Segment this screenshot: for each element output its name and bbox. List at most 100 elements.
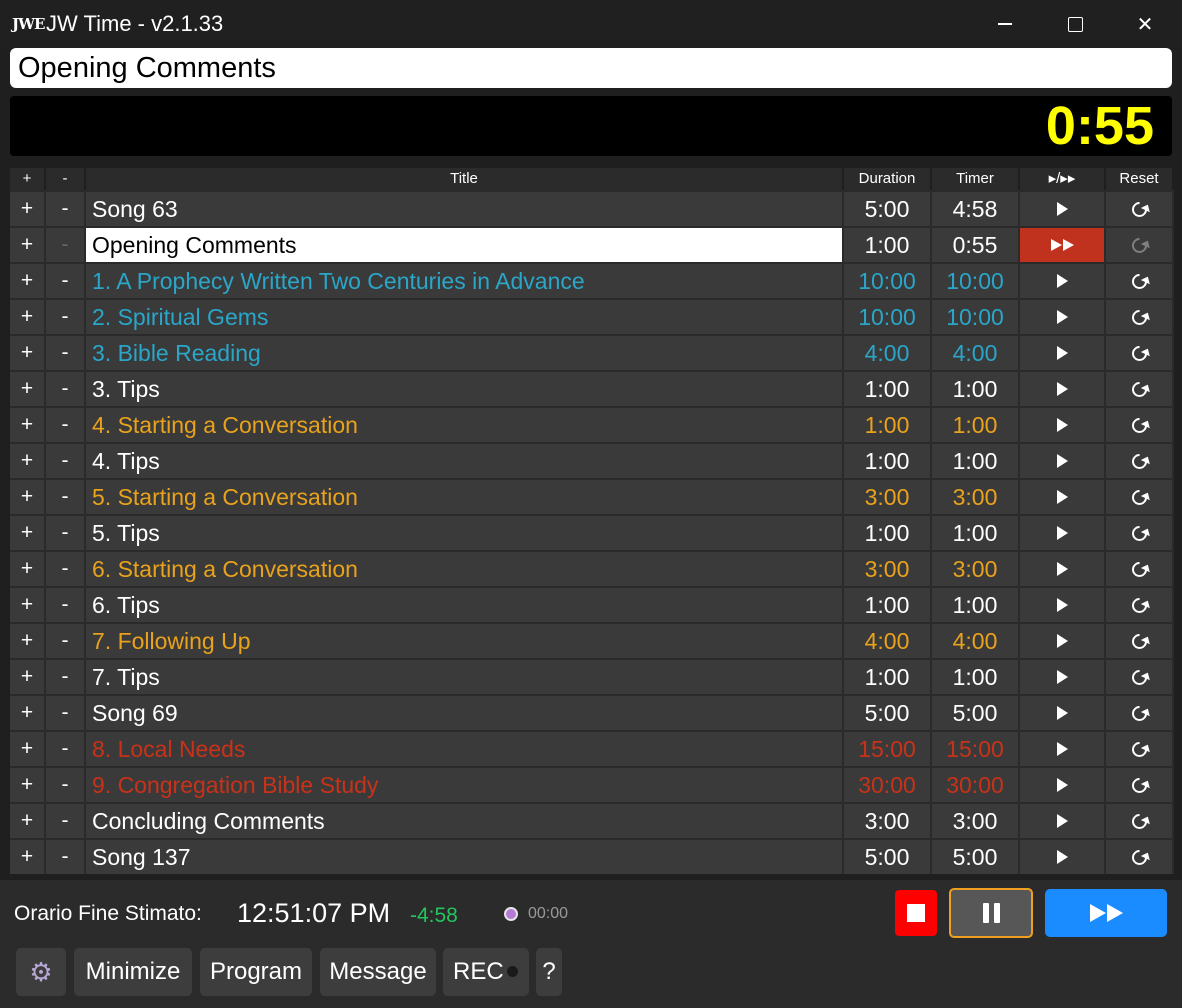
remove-row-button[interactable]: - <box>46 552 86 586</box>
remove-row-button[interactable]: - <box>46 336 86 370</box>
next-button[interactable] <box>1045 889 1167 937</box>
row-duration[interactable]: 4:00 <box>844 336 932 370</box>
minimize-window-button[interactable] <box>970 0 1040 48</box>
row-play-button[interactable] <box>1020 372 1106 406</box>
add-row-button[interactable]: + <box>10 372 46 406</box>
add-row-button[interactable]: + <box>10 444 46 478</box>
row-reset-button[interactable] <box>1106 300 1174 334</box>
row-duration[interactable]: 10:00 <box>844 300 932 334</box>
row-play-button[interactable] <box>1020 480 1106 514</box>
remove-row-button[interactable]: - <box>46 192 86 226</box>
row-reset-button[interactable] <box>1106 768 1174 802</box>
maximize-window-button[interactable] <box>1040 0 1110 48</box>
row-duration[interactable]: 1:00 <box>844 408 932 442</box>
row-duration[interactable]: 3:00 <box>844 804 932 838</box>
row-play-button[interactable] <box>1020 264 1106 298</box>
table-row[interactable]: + -5. Tips 1:00 1:00 <box>10 514 1174 550</box>
add-row-button[interactable]: + <box>10 624 46 658</box>
row-duration[interactable]: 5:00 <box>844 840 932 874</box>
message-button[interactable]: Message <box>320 948 436 996</box>
add-row-button[interactable]: + <box>10 336 46 370</box>
add-row-button[interactable]: + <box>10 660 46 694</box>
row-duration[interactable]: 1:00 <box>844 516 932 550</box>
row-title[interactable]: 4. Tips <box>86 444 844 478</box>
remove-row-button[interactable]: - <box>46 372 86 406</box>
remove-row-button[interactable]: - <box>46 444 86 478</box>
remove-row-button[interactable]: - <box>46 624 86 658</box>
row-reset-button[interactable] <box>1106 660 1174 694</box>
remove-row-button[interactable]: - <box>46 408 86 442</box>
row-duration[interactable]: 1:00 <box>844 228 932 262</box>
add-row-button[interactable]: + <box>10 480 46 514</box>
row-reset-button[interactable] <box>1106 264 1174 298</box>
row-reset-button[interactable] <box>1106 696 1174 730</box>
table-row[interactable]: + -2. Spiritual Gems 10:00 10:00 <box>10 298 1174 334</box>
row-title[interactable]: 2. Spiritual Gems <box>86 300 844 334</box>
row-reset-button[interactable] <box>1106 732 1174 766</box>
row-play-button[interactable] <box>1020 552 1106 586</box>
row-reset-button[interactable] <box>1106 336 1174 370</box>
row-title[interactable]: 5. Tips <box>86 516 844 550</box>
add-row-button[interactable]: + <box>10 300 46 334</box>
table-row[interactable]: + -4. Starting a Conversation 1:00 1:00 <box>10 406 1174 442</box>
add-row-button[interactable]: + <box>10 552 46 586</box>
row-play-button[interactable] <box>1020 336 1106 370</box>
row-reset-button[interactable] <box>1106 228 1174 262</box>
row-title[interactable]: 6. Starting a Conversation <box>86 552 844 586</box>
row-play-button[interactable] <box>1020 660 1106 694</box>
row-duration[interactable]: 4:00 <box>844 624 932 658</box>
title-bar[interactable]: JWE JW Time - v2.1.33 ✕ <box>0 0 1182 48</box>
table-row[interactable]: + - Song 69 5:00 5:00 <box>10 694 1174 730</box>
remove-row-button[interactable]: - <box>46 696 86 730</box>
close-window-button[interactable]: ✕ <box>1110 0 1180 48</box>
row-duration[interactable]: 3:00 <box>844 552 932 586</box>
table-row[interactable]: + -6. Starting a Conversation 3:00 3:00 <box>10 550 1174 586</box>
row-title[interactable]: Song 69 <box>86 696 844 730</box>
row-play-button[interactable] <box>1020 624 1106 658</box>
stop-button[interactable] <box>895 890 937 936</box>
table-row[interactable]: + - Song 63 5:00 4:58 <box>10 190 1174 226</box>
help-button[interactable]: ? <box>536 948 562 996</box>
row-title[interactable]: 8. Local Needs <box>86 732 844 766</box>
row-title[interactable]: Song 137 <box>86 840 844 874</box>
row-title[interactable]: 7. Tips <box>86 660 844 694</box>
row-title[interactable]: Opening Comments <box>86 228 844 262</box>
remove-row-button[interactable]: - <box>46 768 86 802</box>
add-row-button[interactable]: + <box>10 516 46 550</box>
table-row[interactable]: + - Concluding Comments 3:00 3:00 <box>10 802 1174 838</box>
row-play-button[interactable] <box>1020 804 1106 838</box>
add-row-button[interactable]: + <box>10 768 46 802</box>
add-row-button[interactable]: + <box>10 804 46 838</box>
row-duration[interactable]: 5:00 <box>844 696 932 730</box>
remove-row-button[interactable]: - <box>46 480 86 514</box>
table-row[interactable]: + - Song 137 5:00 5:00 <box>10 838 1174 874</box>
row-play-button[interactable] <box>1020 588 1106 622</box>
row-play-button[interactable] <box>1020 732 1106 766</box>
table-row[interactable]: + -5. Starting a Conversation 3:00 3:00 <box>10 478 1174 514</box>
row-duration[interactable]: 5:00 <box>844 192 932 226</box>
row-play-button[interactable] <box>1020 840 1106 874</box>
row-title[interactable]: 7. Following Up <box>86 624 844 658</box>
row-title[interactable]: Concluding Comments <box>86 804 844 838</box>
row-duration[interactable]: 1:00 <box>844 444 932 478</box>
table-row[interactable]: + -6. Tips 1:00 1:00 <box>10 586 1174 622</box>
table-row[interactable]: + -3. Tips 1:00 1:00 <box>10 370 1174 406</box>
add-row-button[interactable]: + <box>10 732 46 766</box>
pause-button[interactable] <box>949 888 1033 938</box>
remove-row-button[interactable]: - <box>46 732 86 766</box>
row-title[interactable]: 4. Starting a Conversation <box>86 408 844 442</box>
add-row-button[interactable]: + <box>10 408 46 442</box>
remove-row-button[interactable]: - <box>46 804 86 838</box>
row-play-button[interactable] <box>1020 300 1106 334</box>
row-title[interactable]: 1. A Prophecy Written Two Centuries in A… <box>86 264 844 298</box>
row-reset-button[interactable] <box>1106 444 1174 478</box>
row-reset-button[interactable] <box>1106 516 1174 550</box>
add-row-button[interactable]: + <box>10 840 46 874</box>
row-reset-button[interactable] <box>1106 408 1174 442</box>
minimize-button[interactable]: Minimize <box>74 948 192 996</box>
remove-row-button[interactable]: - <box>46 588 86 622</box>
row-title[interactable]: 3. Bible Reading <box>86 336 844 370</box>
row-duration[interactable]: 15:00 <box>844 732 932 766</box>
settings-button[interactable]: ⚙ <box>16 948 66 996</box>
row-play-button[interactable] <box>1020 444 1106 478</box>
